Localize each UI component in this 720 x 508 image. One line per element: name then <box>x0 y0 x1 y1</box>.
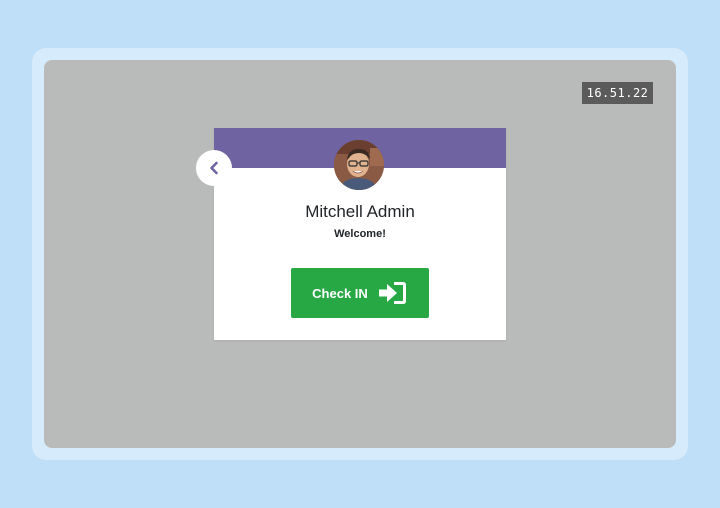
kiosk-screen: 16.51.22 Mitchell Admin Welcome! Check I… <box>44 60 676 448</box>
welcome-message: Welcome! <box>334 228 386 240</box>
employee-card: Mitchell Admin Welcome! Check IN <box>196 128 506 340</box>
kiosk-clock: 16.51.22 <box>582 82 653 104</box>
chevron-left-icon <box>208 161 220 175</box>
check-in-label: Check IN <box>312 285 368 301</box>
check-in-button[interactable]: Check IN <box>291 268 429 318</box>
employee-name: Mitchell Admin <box>305 202 415 221</box>
app-frame: 16.51.22 Mitchell Admin Welcome! Check I… <box>32 48 688 460</box>
sign-in-icon <box>378 280 408 306</box>
back-button[interactable] <box>196 150 232 186</box>
avatar <box>334 140 384 190</box>
